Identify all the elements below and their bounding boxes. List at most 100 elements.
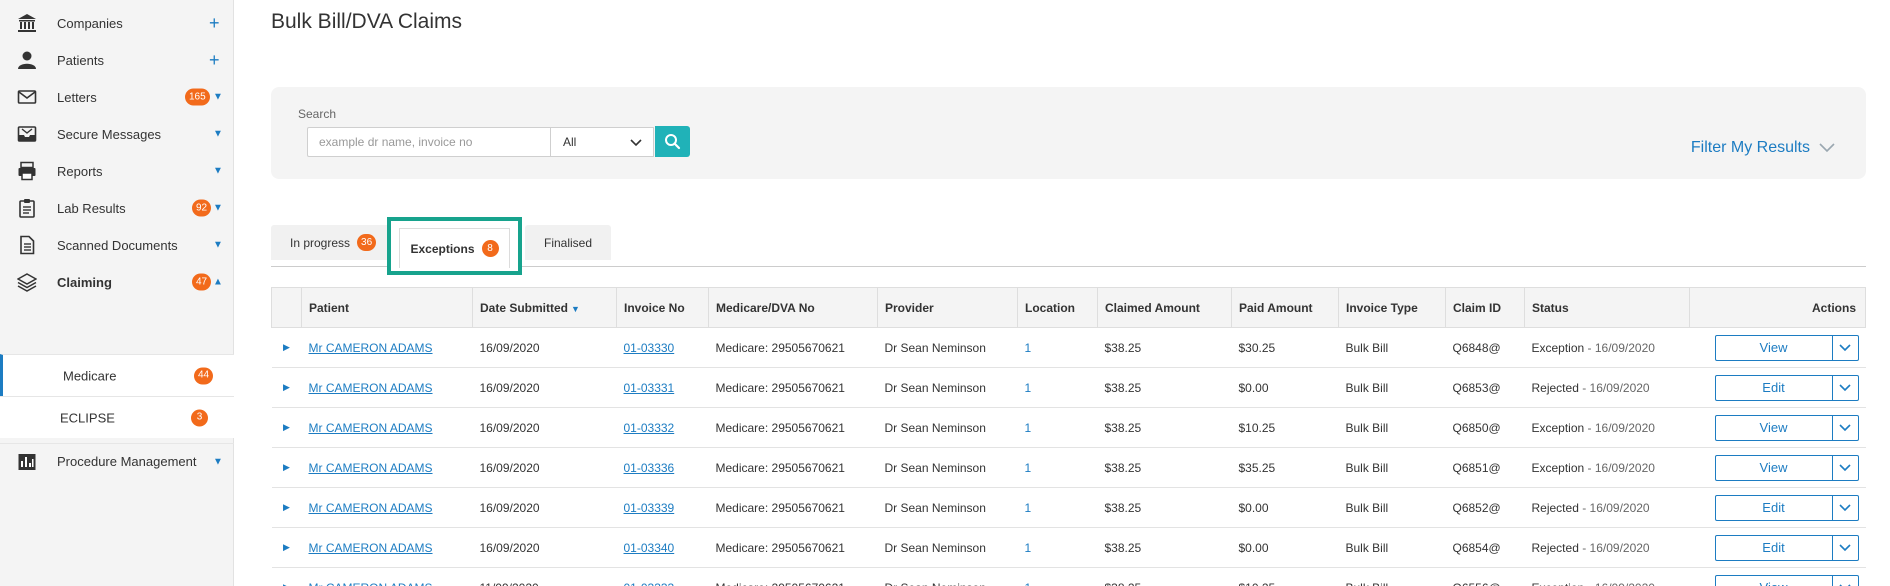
row-action-dropdown[interactable] xyxy=(1832,494,1859,521)
cell-claim-id: Q6556@ xyxy=(1445,567,1525,586)
row-action-button[interactable]: Edit xyxy=(1714,494,1833,521)
expand-row-icon[interactable]: ▶ xyxy=(271,407,302,448)
plus-icon[interactable]: + xyxy=(209,14,220,32)
invoice-link[interactable]: 01-03332 xyxy=(624,421,675,435)
patient-link[interactable]: Mr CAMERON ADAMS xyxy=(309,421,433,435)
status-date-value: 16/09/2020 xyxy=(1589,380,1650,395)
sidebar-item-scanned-documents[interactable]: Scanned Documents ▼ xyxy=(0,227,234,263)
chevron-down-icon[interactable]: ▼ xyxy=(213,203,223,214)
patient-link[interactable]: Mr CAMERON ADAMS xyxy=(309,461,433,475)
cell-location: 1 xyxy=(1017,487,1098,528)
search-input[interactable] xyxy=(307,127,550,157)
claims-table-container: Patient Date Submitted ▼ Invoice No Medic… xyxy=(271,287,1866,586)
patient-link[interactable]: Mr CAMERON ADAMS xyxy=(309,341,433,355)
sidebar-item-patients[interactable]: Patients + xyxy=(0,42,234,78)
expand-row-icon[interactable]: ▶ xyxy=(271,487,302,528)
sidebar-subitem-eclipse[interactable]: ECLIPSE 3 xyxy=(0,396,234,438)
expand-row-icon[interactable]: ▶ xyxy=(271,367,302,408)
row-action-group: View xyxy=(1697,574,1859,586)
cell-status: Exception - 16/09/2020 xyxy=(1524,447,1690,488)
row-action-dropdown[interactable] xyxy=(1832,534,1859,561)
patient-link[interactable]: Mr CAMERON ADAMS xyxy=(309,581,433,586)
filter-label: Filter My Results xyxy=(1690,139,1810,156)
cell-claimed-amount: $38.25 xyxy=(1097,567,1232,586)
row-action-dropdown[interactable] xyxy=(1832,334,1859,361)
sidebar-item-label: Lab Results xyxy=(57,200,126,216)
sidebar-subitem-medicare[interactable]: Medicare 44 xyxy=(0,354,234,396)
cell-invoice-type: Bulk Bill xyxy=(1338,527,1446,568)
cell-invoice-type: Bulk Bill xyxy=(1338,327,1446,368)
row-action-button[interactable]: View xyxy=(1714,414,1833,441)
chevron-down-icon[interactable]: ▼ xyxy=(213,92,223,103)
chevron-down-icon xyxy=(1839,583,1851,586)
row-action-button[interactable]: View xyxy=(1714,574,1833,586)
tab-exceptions[interactable]: Exceptions 8 xyxy=(399,228,510,268)
header-status[interactable]: Status xyxy=(1524,287,1690,328)
invoice-link[interactable]: 01-03333 xyxy=(624,581,675,586)
tab-in-progress[interactable]: In progress 36 xyxy=(271,225,396,260)
header-provider[interactable]: Provider xyxy=(877,287,1018,328)
invoice-link[interactable]: 01-03336 xyxy=(624,461,675,475)
plus-icon[interactable]: + xyxy=(209,51,220,69)
header-claimed-amount[interactable]: Claimed Amount xyxy=(1097,287,1232,328)
header-date-submitted[interactable]: Date Submitted ▼ xyxy=(472,287,617,328)
header-paid-amount[interactable]: Paid Amount xyxy=(1231,287,1339,328)
patient-link[interactable]: Mr CAMERON ADAMS xyxy=(309,541,433,555)
row-action-dropdown[interactable] xyxy=(1832,574,1859,586)
chevron-down-icon[interactable]: ▼ xyxy=(213,240,223,251)
row-action-button[interactable]: Edit xyxy=(1714,374,1833,401)
row-action-dropdown[interactable] xyxy=(1832,414,1859,441)
layers-icon xyxy=(17,272,37,292)
header-invoice-type[interactable]: Invoice Type xyxy=(1338,287,1446,328)
medicare-count-badge: 44 xyxy=(194,367,214,384)
sidebar-item-procedure-management[interactable]: Procedure Management ▼ xyxy=(0,443,234,479)
header-location[interactable]: Location xyxy=(1017,287,1098,328)
sidebar-item-secure-messages[interactable]: Secure Messages ▼ xyxy=(0,116,234,152)
chevron-down-icon[interactable]: ▼ xyxy=(213,456,223,467)
cell-location: 1 xyxy=(1017,367,1098,408)
page-title: Bulk Bill/DVA Claims xyxy=(271,10,462,33)
row-action-dropdown[interactable] xyxy=(1832,454,1859,481)
patient-link[interactable]: Mr CAMERON ADAMS xyxy=(309,381,433,395)
status-text: Exception xyxy=(1531,460,1585,475)
row-action-button[interactable]: View xyxy=(1714,454,1833,481)
row-action-group: Edit xyxy=(1697,494,1859,521)
sidebar-item-claiming[interactable]: Claiming 47 ▲ xyxy=(0,264,234,300)
invoice-link[interactable]: 01-03331 xyxy=(624,381,675,395)
cell-status: Exception - 16/09/2020 xyxy=(1524,567,1690,586)
search-button[interactable] xyxy=(655,126,690,157)
expand-row-icon[interactable]: ▶ xyxy=(271,447,302,488)
sidebar-item-reports[interactable]: Reports ▼ xyxy=(0,153,234,189)
filter-my-results-toggle[interactable]: Filter My Results xyxy=(1691,139,1836,157)
cell-paid-amount: $30.25 xyxy=(1231,327,1339,368)
row-action-dropdown[interactable] xyxy=(1832,374,1859,401)
header-invoice-no[interactable]: Invoice No xyxy=(616,287,709,328)
header-medicare-dva-no[interactable]: Medicare/DVA No xyxy=(708,287,878,328)
patient-link[interactable]: Mr CAMERON ADAMS xyxy=(309,501,433,515)
cell-actions: View xyxy=(1689,407,1866,448)
sidebar-item-lab-results[interactable]: Lab Results 92 ▼ xyxy=(0,190,234,226)
expand-row-icon[interactable]: ▶ xyxy=(271,527,302,568)
row-action-group: View xyxy=(1697,454,1859,481)
sidebar-item-companies[interactable]: Companies + xyxy=(0,5,234,41)
sidebar-item-letters[interactable]: Letters 165 ▼ xyxy=(0,79,234,115)
cell-medicare-dva-no: Medicare: 29505670621 xyxy=(708,407,878,448)
cell-medicare-dva-no: Medicare: 29505670621 xyxy=(708,487,878,528)
chevron-down-icon[interactable]: ▼ xyxy=(213,166,223,177)
invoice-link[interactable]: 01-03339 xyxy=(624,501,675,515)
header-patient[interactable]: Patient xyxy=(301,287,473,328)
invoice-link[interactable]: 01-03340 xyxy=(624,541,675,555)
row-action-button[interactable]: Edit xyxy=(1714,534,1833,561)
expand-row-icon[interactable]: ▶ xyxy=(271,567,302,586)
cell-location: 1 xyxy=(1017,327,1098,368)
chevron-up-icon[interactable]: ▲ xyxy=(213,277,223,288)
row-action-button[interactable]: View xyxy=(1714,334,1833,361)
expand-row-icon[interactable]: ▶ xyxy=(271,327,302,368)
header-claim-id[interactable]: Claim ID xyxy=(1445,287,1525,328)
search-scope-select[interactable]: All xyxy=(550,127,654,157)
chevron-down-icon[interactable]: ▼ xyxy=(213,129,223,140)
cell-invoice-no: 01-03332 xyxy=(616,407,709,448)
cell-date-submitted: 16/09/2020 xyxy=(472,487,617,528)
tab-finalised[interactable]: Finalised xyxy=(525,225,612,260)
invoice-link[interactable]: 01-03330 xyxy=(624,341,675,355)
